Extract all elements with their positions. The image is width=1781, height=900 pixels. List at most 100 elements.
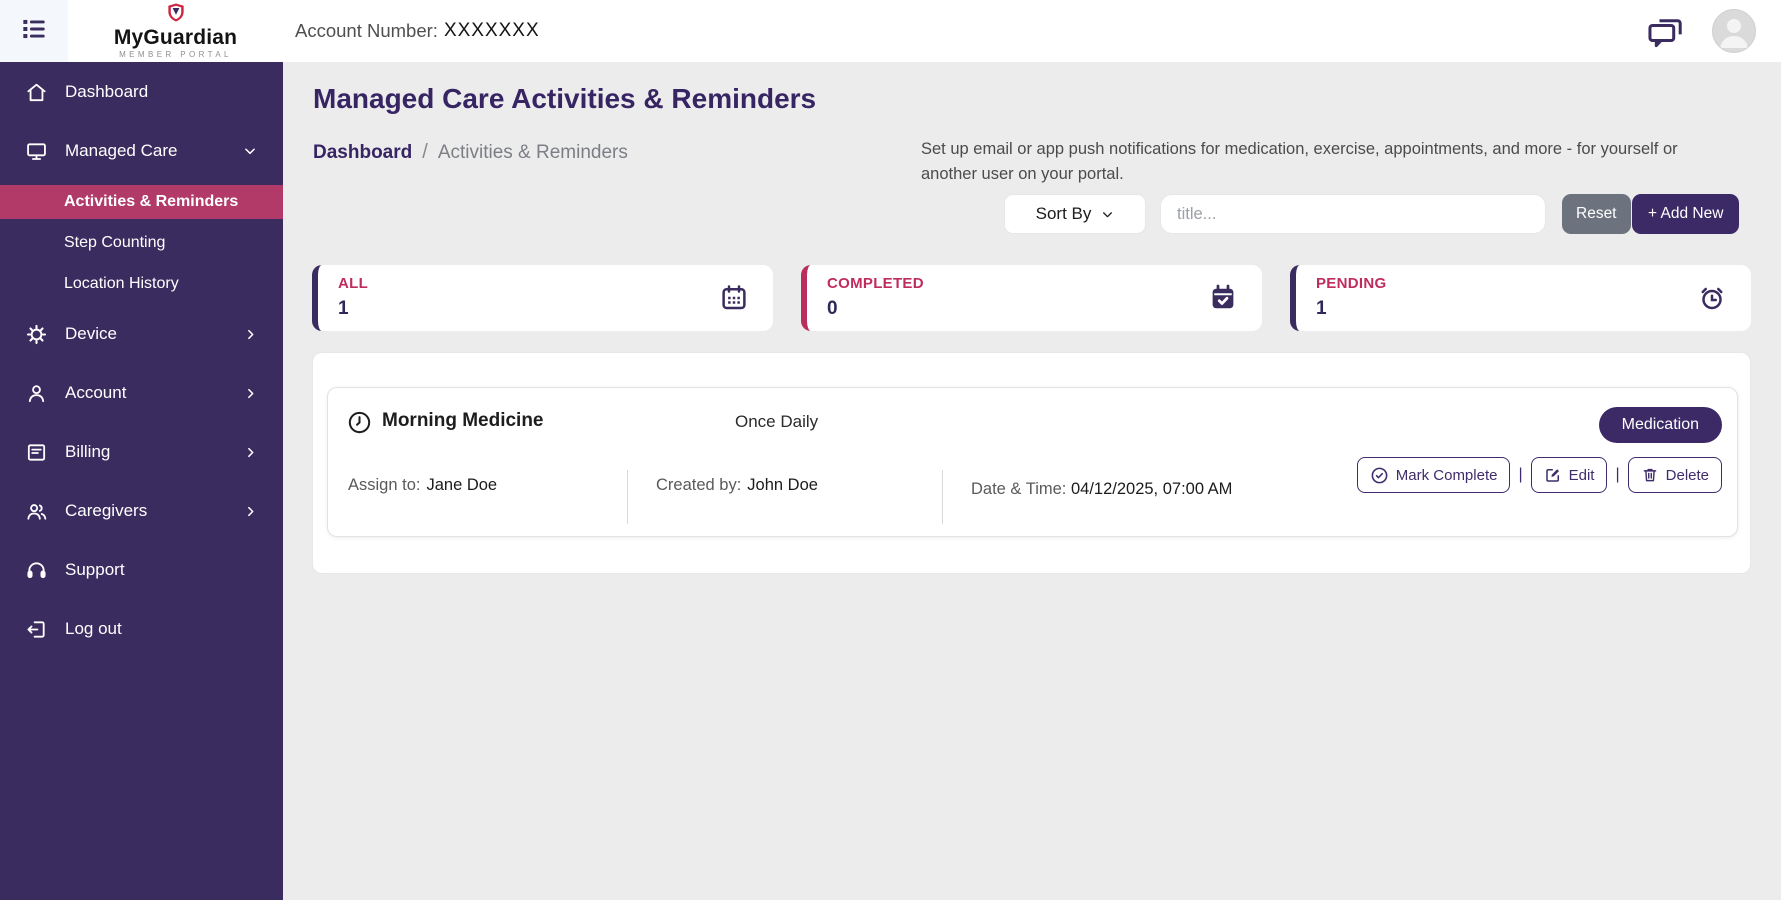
sidebar-item-location-history[interactable]: Location History [0, 269, 283, 299]
stat-card-completed[interactable]: COMPLETED 0 [801, 265, 1262, 331]
chevron-right-icon [244, 505, 257, 518]
created-by-label: Created by: [656, 476, 742, 494]
reset-button[interactable]: Reset [1562, 194, 1631, 234]
person-icon [24, 381, 48, 405]
brand-tagline: MEMBER PORTAL [119, 50, 232, 59]
created-by-value: John Doe [747, 476, 818, 494]
chevron-right-icon [244, 387, 257, 400]
datetime-field: Date & Time: 04/12/2025, 07:00 AM [971, 476, 1261, 502]
action-separator: | [1518, 466, 1523, 483]
shield-logo-icon [167, 3, 185, 28]
chevron-down-icon [1101, 208, 1114, 221]
datetime-label: Date & Time: [971, 480, 1067, 498]
activity-frequency: Once Daily [735, 412, 819, 431]
divider [627, 470, 628, 524]
activities-list-container: Morning Medicine Once Daily Medication A… [312, 352, 1751, 574]
home-icon [24, 80, 48, 104]
billing-document-icon [24, 440, 48, 464]
chat-messages-icon[interactable] [1644, 12, 1686, 50]
breadcrumb-dashboard-link[interactable]: Dashboard [313, 142, 412, 164]
sidebar-label: Caregivers [65, 501, 148, 520]
check-circle-icon [1370, 466, 1389, 485]
sidebar-item-billing[interactable]: Billing [0, 437, 283, 467]
delete-button[interactable]: Delete [1627, 457, 1722, 493]
add-new-button[interactable]: + Add New [1632, 194, 1740, 234]
stat-value: 1 [338, 298, 349, 319]
edit-label: Edit [1568, 466, 1595, 484]
page-description: Set up email or app push notifications f… [921, 140, 1678, 183]
headset-icon [24, 558, 48, 582]
sidebar-item-device[interactable]: Device [0, 319, 283, 349]
menu-toggle-button[interactable] [0, 0, 68, 62]
created-by-field: Created by: John Doe [656, 476, 818, 495]
sidebar-label: Dashboard [65, 82, 149, 101]
mark-complete-button[interactable]: Mark Complete [1356, 457, 1511, 493]
stat-value: 0 [827, 298, 838, 319]
sidebar-item-account[interactable]: Account [0, 378, 283, 408]
gear-icon [24, 322, 48, 346]
sidebar-label: Log out [65, 619, 122, 638]
chevron-right-icon [244, 328, 257, 341]
account-number-label: Account Number: [295, 20, 438, 41]
sidebar-label: Step Counting [64, 234, 166, 251]
monitor-icon [24, 139, 48, 163]
stat-value: 1 [1316, 298, 1327, 319]
user-avatar[interactable] [1712, 9, 1756, 53]
delete-label: Delete [1665, 466, 1709, 484]
category-badge: Medication [1598, 407, 1722, 443]
alarm-clock-icon [1697, 283, 1727, 318]
assign-to-value: Jane Doe [426, 476, 498, 494]
sidebar-item-managed-care[interactable]: Managed Care [0, 136, 283, 166]
top-header: MyGuardian MEMBER PORTAL Account Number:… [0, 0, 1781, 62]
breadcrumb: Dashboard / Activities & Reminders [313, 141, 628, 164]
trash-icon [1641, 466, 1659, 484]
activity-actions: Mark Complete | Edit | Delete [1356, 457, 1722, 493]
stat-card-pending[interactable]: PENDING 1 [1290, 265, 1751, 331]
logout-icon [24, 617, 48, 641]
datetime-value: 04/12/2025, 07:00 AM [1070, 480, 1233, 498]
activity-card-morning-medicine: Morning Medicine Once Daily Medication A… [327, 387, 1738, 537]
brand-name: MyGuardian [113, 26, 238, 49]
account-number-value: XXXXXXX [443, 20, 540, 41]
brand-logo[interactable]: MyGuardian MEMBER PORTAL [68, 0, 283, 62]
edit-button[interactable]: Edit [1530, 457, 1608, 493]
breadcrumb-current: Activities & Reminders [437, 141, 628, 163]
stat-label: COMPLETED [827, 275, 924, 292]
assign-to-field: Assign to: Jane Doe [348, 476, 497, 495]
stat-card-all[interactable]: ALL 1 [312, 265, 773, 331]
chevron-right-icon [244, 446, 257, 459]
sidebar-label: Billing [65, 442, 111, 461]
header-actions [1644, 9, 1781, 53]
member-portal-app: MyGuardian MEMBER PORTAL Account Number:… [0, 0, 1781, 900]
sidebar-nav: Dashboard Managed Care Activities & Remi… [0, 62, 283, 900]
page-title: Managed Care Activities & Reminders [313, 83, 817, 114]
assign-to-label: Assign to: [348, 476, 421, 494]
sidebar-item-support[interactable]: Support [0, 555, 283, 585]
account-number: Account Number: XXXXXXX [295, 20, 540, 42]
edit-pencil-icon [1544, 466, 1562, 484]
calendar-check-icon [1208, 283, 1238, 318]
sort-by-dropdown[interactable]: Sort By [1004, 194, 1146, 234]
sort-by-label: Sort By [1035, 204, 1092, 223]
sidebar-item-caregivers[interactable]: Caregivers [0, 496, 283, 526]
clock-icon [346, 409, 373, 441]
sidebar-label: Support [65, 560, 125, 579]
calendar-icon [719, 283, 749, 318]
sidebar-item-dashboard[interactable]: Dashboard [0, 77, 283, 107]
mark-complete-label: Mark Complete [1395, 466, 1498, 484]
sidebar-label: Location History [64, 275, 179, 292]
divider [942, 470, 943, 524]
people-icon [24, 499, 48, 523]
breadcrumb-separator: / [422, 141, 428, 163]
title-search-input[interactable] [1160, 194, 1546, 234]
sidebar-label: Activities & Reminders [64, 193, 239, 210]
stat-label: ALL [338, 275, 369, 292]
stat-label: PENDING [1316, 275, 1387, 292]
sidebar-item-activities-reminders[interactable]: Activities & Reminders [0, 185, 283, 219]
sidebar-item-step-counting[interactable]: Step Counting [0, 228, 283, 258]
sidebar-label: Managed Care [65, 141, 178, 160]
list-menu-icon [18, 13, 50, 50]
sidebar-item-logout[interactable]: Log out [0, 614, 283, 644]
chevron-down-icon [243, 144, 257, 158]
action-separator: | [1615, 466, 1620, 483]
